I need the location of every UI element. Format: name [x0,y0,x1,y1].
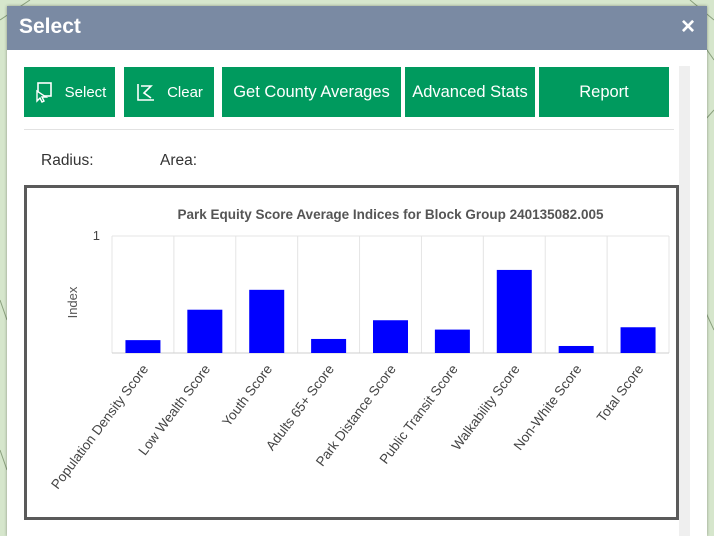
clear-button[interactable]: Clear [124,67,214,117]
bar-2 [187,309,223,353]
chart-container: Park Equity Score Average Indices for Bl… [24,185,679,520]
select-dialog: Select × Select Clear Get County Average… [7,6,707,536]
bar-4 [311,338,347,353]
clear-button-label: Clear [167,83,203,101]
y-axis-label: Index [65,286,80,318]
bar-5 [373,320,408,353]
report-button[interactable]: Report [539,67,669,117]
get-county-averages-button[interactable]: Get County Averages [222,67,401,117]
x-tick-label: Non-White Score [511,362,585,453]
bar-1 [125,340,161,353]
park-equity-bar-chart: Park Equity Score Average Indices for Bl… [48,207,670,492]
close-icon[interactable]: × [681,14,695,40]
bar-9 [620,327,656,353]
radius-label: Radius: [41,152,94,169]
area-label: Area: [160,152,198,169]
select-button[interactable]: Select [24,67,115,117]
bar-3 [249,289,285,353]
x-tick-label: Population Density Score [48,362,151,492]
dialog-title: Select [19,15,81,38]
x-tick-label: Adults 65+ Score [263,362,337,453]
dialog-titlebar: Select × [7,6,707,50]
select-button-label: Select [64,83,107,101]
clear-tool-icon [135,81,157,103]
scrollbar[interactable] [679,66,690,536]
chart-title: Park Equity Score Average Indices for Bl… [178,207,604,222]
x-tick-label: Total Score [594,362,647,425]
x-tick-label: Walkability Score [449,362,523,453]
y-tick-label: 1 [93,228,100,243]
bar-7 [496,269,532,353]
toolbar-divider [24,129,674,130]
bar-6 [434,329,470,353]
select-tool-icon [33,81,55,103]
advanced-stats-button[interactable]: Advanced Stats [405,67,535,117]
bar-8 [558,345,594,353]
x-tick-label: Youth Score [219,362,275,429]
